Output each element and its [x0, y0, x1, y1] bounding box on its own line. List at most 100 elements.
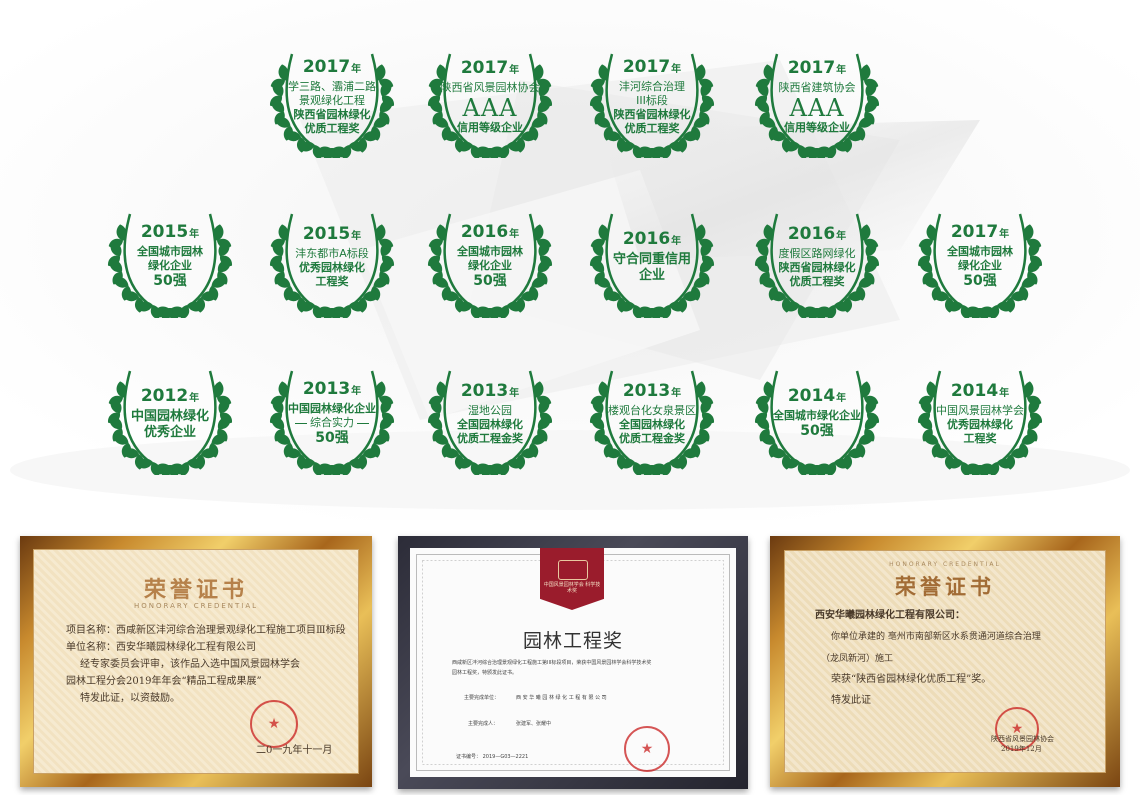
- certificate-right: HONORARY CREDENTIAL 荣誉证书 西安华曦园林绿化工程有限公司：…: [770, 536, 1120, 787]
- award-text: 全国城市园林: [137, 245, 203, 258]
- award-text: 50强: [963, 273, 997, 289]
- award-text: 优质工程奖: [304, 121, 360, 135]
- award-year: 2017年: [622, 56, 682, 77]
- award-year: 2013年: [622, 380, 682, 401]
- certificate-line: 单位名称：西安华曦园林绿化工程有限公司: [66, 642, 256, 653]
- award-text: 50强: [315, 430, 349, 446]
- award-text: AAA: [462, 93, 518, 122]
- award-text: 景观绿化工程: [299, 93, 365, 107]
- award-year: 2013年: [460, 380, 520, 401]
- award-text: 50强: [473, 273, 507, 289]
- award-badge: 2017年全国城市园林 绿化企业 50强: [910, 200, 1050, 318]
- award-year: 2017年: [787, 57, 847, 78]
- certificate-line: 特发此证，以资鼓励。: [80, 693, 180, 704]
- award-year: 2017年: [950, 222, 1010, 242]
- certificate-left: 荣誉证书 HONORARY CREDENTIAL 项目名称：西咸新区沣河综合治理…: [20, 536, 372, 787]
- award-text: 绿化企业: [148, 259, 192, 272]
- award-badge: 2016年守合同重信用 企业: [582, 200, 722, 318]
- award-badge: 2015年全国城市园林 绿化企业 50强: [100, 200, 240, 318]
- award-year: 2017年: [460, 57, 520, 78]
- certificate-number: 证书编号： 2019—G03—2221: [456, 754, 529, 760]
- certificate-line: 经专家委员会评审，该作品入选中国风景园林学会: [80, 659, 300, 670]
- award-text: 中国园林绿化企业: [288, 402, 376, 415]
- award-text: 优质工程奖: [789, 274, 845, 288]
- ribbon-emblem-icon: [558, 560, 588, 580]
- award-text: 信用等级企业: [784, 120, 850, 134]
- award-text: 综合实力: [292, 416, 372, 430]
- certificate-date: 2019年12月: [1001, 745, 1042, 753]
- award-year: 2015年: [140, 222, 200, 242]
- award-year: 2012年: [140, 385, 200, 406]
- award-year: 2013年: [302, 379, 362, 399]
- award-badge: 2017年 学三路、灞浦二路 景观绿化工程 陕西省园林绿化 优质工程奖: [262, 40, 402, 158]
- award-text: 优质工程奖: [624, 121, 680, 135]
- certificate-title: 园林工程奖: [522, 630, 623, 652]
- award-text: 优秀园林绿化: [299, 260, 365, 274]
- award-badge: 2013年楼观台化女泉景区 全国园林绿化 优质工程金奖: [582, 357, 722, 475]
- certificate-subtitle: HONORARY CREDENTIAL: [889, 561, 1001, 568]
- certificate-subtitle: HONORARY CREDENTIAL: [133, 602, 259, 610]
- people-value: 张建军、张耀中: [516, 721, 552, 727]
- award-text: 工程奖: [963, 431, 997, 445]
- certificate-line: 你单位承建的 亳州市南部新区水系贯通河道综合治理: [831, 632, 1041, 642]
- award-text: 50强: [153, 273, 187, 289]
- award-text: 优质工程金奖: [619, 431, 685, 445]
- award-text: 陕西省园林绿化: [613, 107, 691, 121]
- honors-page: 2017年 学三路、灞浦二路 景观绿化工程 陕西省园林绿化 优质工程奖 2017年 陕西省风…: [0, 0, 1140, 795]
- award-text: 中国园林绿化: [130, 408, 209, 424]
- award-year: 2014年: [950, 380, 1010, 401]
- award-year: 2016年: [787, 223, 847, 244]
- red-seal-stamp: [624, 726, 670, 772]
- certificate-line: 西安华曦园林绿化工程有限公司：: [815, 610, 965, 621]
- award-text: 陕西省风景园林协会: [440, 80, 540, 94]
- award-badge: 2015年沣东都市A标段 优秀园林绿化 工程奖: [262, 200, 402, 318]
- award-text: AAA: [789, 93, 845, 122]
- certificate-line: （龙凤新河）施工: [821, 654, 894, 664]
- award-text: 楼观台化女泉景区: [608, 403, 696, 417]
- award-text: 优秀企业: [143, 424, 196, 440]
- award-year: 2017年: [302, 56, 362, 77]
- red-seal-stamp: [250, 700, 298, 748]
- award-text: 度假区路网绿化: [778, 246, 856, 260]
- ribbon-text: 中国风景园林学会 科学技术奖: [543, 582, 601, 594]
- award-text: 全国城市园林: [947, 245, 1013, 258]
- people-label: 主要完成人：: [468, 721, 499, 727]
- award-text: 陕西省建筑协会: [778, 80, 856, 94]
- award-text: 全国城市园林: [457, 245, 523, 258]
- certificate-body: 园林工程奖，特颁发此证书。: [452, 670, 518, 676]
- certificate-line: 特发此证: [831, 695, 871, 706]
- award-text: 绿化企业: [468, 259, 512, 272]
- award-badge: 2016年全国城市园林 绿化企业 50强: [420, 200, 560, 318]
- award-text: 工程奖: [315, 274, 349, 288]
- award-text: 信用等级企业: [457, 120, 523, 134]
- award-year: 2015年: [302, 223, 362, 244]
- award-badge: 2012年中国园林绿化 优秀企业: [100, 357, 240, 475]
- award-text: 沣东都市A标段: [295, 246, 369, 260]
- certificate-line: 荣获“陕西省园林绿化优质工程”奖。: [831, 674, 992, 685]
- award-text: 企业: [638, 267, 665, 283]
- award-badge: 2014年 全国城市绿化企业 50强: [747, 357, 887, 475]
- award-badge: 2017年陕西省建筑协会 AAA 信用等级企业: [747, 40, 887, 158]
- award-text: 绿化企业: [958, 259, 1002, 272]
- unit-label: 主要完成单位：: [464, 695, 500, 701]
- unit-value: 西 安 华 曦 园 林 绿 化 工 程 有 限 公 司: [516, 695, 607, 701]
- certificate-title: 荣誉证书: [143, 577, 248, 603]
- award-text: 守合同重信用: [612, 251, 691, 267]
- certificate-middle: 中国风景园林学会 科学技术奖 园林工程奖 西咸新区沣河综合治理景观绿化工程施工第…: [398, 536, 748, 789]
- certificate-title: 荣誉证书: [895, 574, 995, 599]
- certificate-body: 西咸新区沣河综合治理景观绿化工程施工第III标段项目，荣获中国风景园林学会科学技…: [452, 660, 652, 666]
- award-text: 陕西省园林绿化: [778, 260, 856, 274]
- award-text: 50强: [800, 423, 834, 439]
- award-text: 全国园林绿化: [619, 417, 685, 431]
- award-text: 全国城市绿化企业: [773, 409, 861, 422]
- award-text: 全国园林绿化: [457, 417, 523, 431]
- award-text: III标段: [636, 93, 668, 107]
- award-badge: 2016年度假区路网绿化 陕西省园林绿化 优质工程奖: [747, 200, 887, 318]
- award-year: 2016年: [460, 222, 520, 242]
- award-text: 陕西省园林绿化: [293, 107, 371, 121]
- award-text: 优质工程金奖: [457, 431, 523, 445]
- award-text: 中国风景园林学会: [936, 403, 1024, 417]
- award-year: 2016年: [622, 228, 682, 249]
- award-text: 沣河综合治理: [619, 79, 685, 93]
- certificate-line: 项目名称：西咸新区沣河综合治理景观绿化工程施工项目Ⅲ标段: [66, 625, 346, 636]
